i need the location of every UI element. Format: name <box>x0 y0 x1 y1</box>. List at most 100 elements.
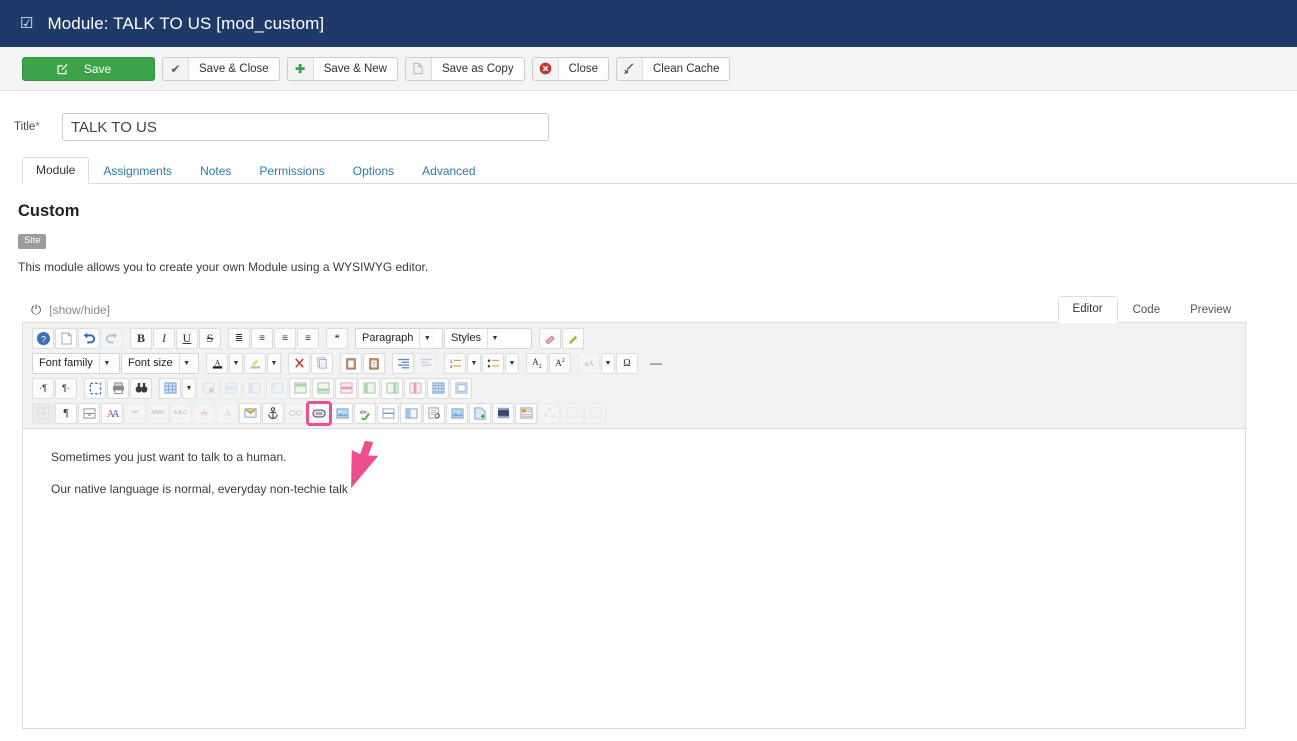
page-break-icon[interactable] <box>78 402 100 424</box>
text-color-icon[interactable]: A <box>206 352 228 374</box>
tab-advanced[interactable]: Advanced <box>408 158 489 184</box>
delete-row-icon[interactable] <box>335 377 357 399</box>
insert-image-icon[interactable] <box>331 402 353 424</box>
show-invisible-characters-icon[interactable]: ¶ <box>55 402 77 424</box>
undo-icon[interactable] <box>78 327 100 349</box>
search-replace-binoculars-icon[interactable] <box>130 377 152 399</box>
quote-icon: ❝❞ <box>124 402 146 424</box>
title-field-label: Title* <box>14 121 40 133</box>
insert-row-after-icon[interactable] <box>312 377 334 399</box>
special-character-icon[interactable]: Ω <box>616 352 638 374</box>
align-center-icon[interactable]: ≡ <box>251 327 273 349</box>
styles-select[interactable]: Styles ▼ <box>444 327 532 349</box>
toggle-borders-icon[interactable] <box>32 402 54 424</box>
numbered-list-dropdown-icon[interactable]: ▼ <box>467 352 481 374</box>
editor-toolbar-row-3: ·¶ ¶· ▼ <box>26 376 1245 401</box>
bold-icon[interactable]: B <box>130 327 152 349</box>
help-icon[interactable]: ? <box>32 327 54 349</box>
tab-options[interactable]: Options <box>339 158 408 184</box>
redo-icon <box>101 327 123 349</box>
spellcheck-icon[interactable]: abc <box>354 402 376 424</box>
paste-icon[interactable] <box>340 352 362 374</box>
align-justify-icon[interactable]: ≣ <box>228 327 250 349</box>
strikethrough-icon[interactable]: S <box>199 327 221 349</box>
italic-icon[interactable]: I <box>153 327 175 349</box>
save-and-new-button[interactable]: ✚ Save & New <box>286 56 398 81</box>
editor-content-area[interactable]: Sometimes you just want to talk to a hum… <box>23 429 1245 496</box>
paragraph-format-select[interactable]: Paragraph ▼ <box>355 327 443 349</box>
title-field-row: Title* <box>0 91 1297 141</box>
table-cell-insert-icon <box>266 377 288 399</box>
editor-toolbar-row-4: ¶ AA ❝❞ ABBR A.B.C. A A abc <box>26 400 1245 426</box>
clean-cache-button[interactable]: Clean Cache <box>615 56 731 81</box>
font-family-select[interactable]: Font family ▼ <box>32 352 120 374</box>
text-style-icon[interactable]: AA <box>101 402 123 424</box>
insert-file-icon[interactable] <box>469 402 491 424</box>
tab-assignments[interactable]: Assignments <box>89 158 186 184</box>
highlight-color-dropdown-icon[interactable]: ▼ <box>267 352 281 374</box>
insert-attachment-icon[interactable] <box>239 402 261 424</box>
close-button[interactable]: Close <box>531 56 609 81</box>
bullet-list-dropdown-icon[interactable]: ▼ <box>505 352 519 374</box>
split-merge-cells-icon[interactable] <box>427 377 449 399</box>
new-document-icon[interactable] <box>55 327 77 349</box>
anchor-icon[interactable] <box>262 402 284 424</box>
copy-icon[interactable] <box>311 352 333 374</box>
superscript-icon[interactable]: A2 <box>549 352 571 374</box>
insert-media-icon[interactable] <box>446 402 468 424</box>
insert-table-icon[interactable] <box>159 377 181 399</box>
insert-table-green-icon <box>561 402 583 424</box>
indent-increase-icon[interactable] <box>392 352 414 374</box>
insert-table-dropdown-icon[interactable]: ▼ <box>182 377 196 399</box>
print-icon[interactable] <box>107 377 129 399</box>
acronym-icon: A.B.C. <box>170 402 192 424</box>
title-input[interactable] <box>62 113 549 141</box>
bullet-list-icon[interactable] <box>482 352 504 374</box>
font-size-select[interactable]: Font size ▼ <box>121 352 199 374</box>
change-case-icon: aA <box>578 352 600 374</box>
editor-toolbar-row-1: ? B I U S ≣ ≡ ≡ ≡ ❝ Paragraph ▼ Styles ▼ <box>26 326 1245 351</box>
fullscreen-icon[interactable] <box>84 377 106 399</box>
insert-column-after-icon[interactable] <box>381 377 403 399</box>
text-color-dropdown-icon[interactable]: ▼ <box>229 352 243 374</box>
highlight-color-icon[interactable] <box>244 352 266 374</box>
cut-scissors-icon[interactable] <box>288 352 310 374</box>
tab-notes[interactable]: Notes <box>186 158 245 184</box>
underline-icon[interactable]: U <box>176 327 198 349</box>
insert-edit-link-button[interactable] <box>306 400 332 426</box>
organization-chart-icon <box>538 402 560 424</box>
merge-cells-icon[interactable] <box>450 377 472 399</box>
remove-format-eraser-icon[interactable] <box>539 327 561 349</box>
tab-permissions[interactable]: Permissions <box>245 158 338 184</box>
save-as-copy-button[interactable]: Save as Copy <box>404 56 525 81</box>
insert-template-icon[interactable] <box>423 402 445 424</box>
align-right-icon[interactable]: ≡ <box>297 327 319 349</box>
ltr-direction-icon[interactable]: ·¶ <box>32 377 54 399</box>
numbered-list-icon[interactable]: 12 <box>444 352 466 374</box>
tab-module[interactable]: Module <box>22 157 90 184</box>
insert-row-before-icon[interactable] <box>289 377 311 399</box>
insert-video-icon[interactable] <box>492 402 514 424</box>
module-heading: Custom <box>18 202 80 220</box>
paste-as-text-icon[interactable]: T <box>363 352 385 374</box>
delete-column-icon[interactable] <box>404 377 426 399</box>
power-icon: ⏻ <box>31 302 42 317</box>
rtl-direction-icon[interactable]: ¶· <box>55 377 77 399</box>
editor-tab-editor[interactable]: Editor <box>1057 295 1118 323</box>
editor-toolbars: ? B I U S ≣ ≡ ≡ ≡ ❝ Paragraph ▼ Styles ▼… <box>23 322 1245 429</box>
module-tabs: Module Assignments Notes Permissions Opt… <box>22 157 1297 184</box>
editor-tab-preview[interactable]: Preview <box>1175 297 1246 323</box>
insert-article-icon[interactable] <box>515 402 537 424</box>
format-painter-icon[interactable] <box>562 327 584 349</box>
editor-tab-code[interactable]: Code <box>1118 297 1176 323</box>
align-left-icon[interactable]: ≡ <box>274 327 296 349</box>
insert-layer-icon[interactable] <box>400 402 422 424</box>
horizontal-rule-icon[interactable]: — <box>645 353 667 374</box>
save-and-close-button[interactable]: ✔ Save & Close <box>162 56 280 81</box>
save-button[interactable]: Save <box>22 56 155 81</box>
insert-horizontal-rule-icon[interactable] <box>377 402 399 424</box>
subscript-icon[interactable]: A2 <box>526 352 548 374</box>
show-hide-toggle[interactable]: ⏻ [show/hide] <box>22 303 110 322</box>
blockquote-icon[interactable]: ❝ <box>326 327 348 349</box>
insert-column-before-icon[interactable] <box>358 377 380 399</box>
